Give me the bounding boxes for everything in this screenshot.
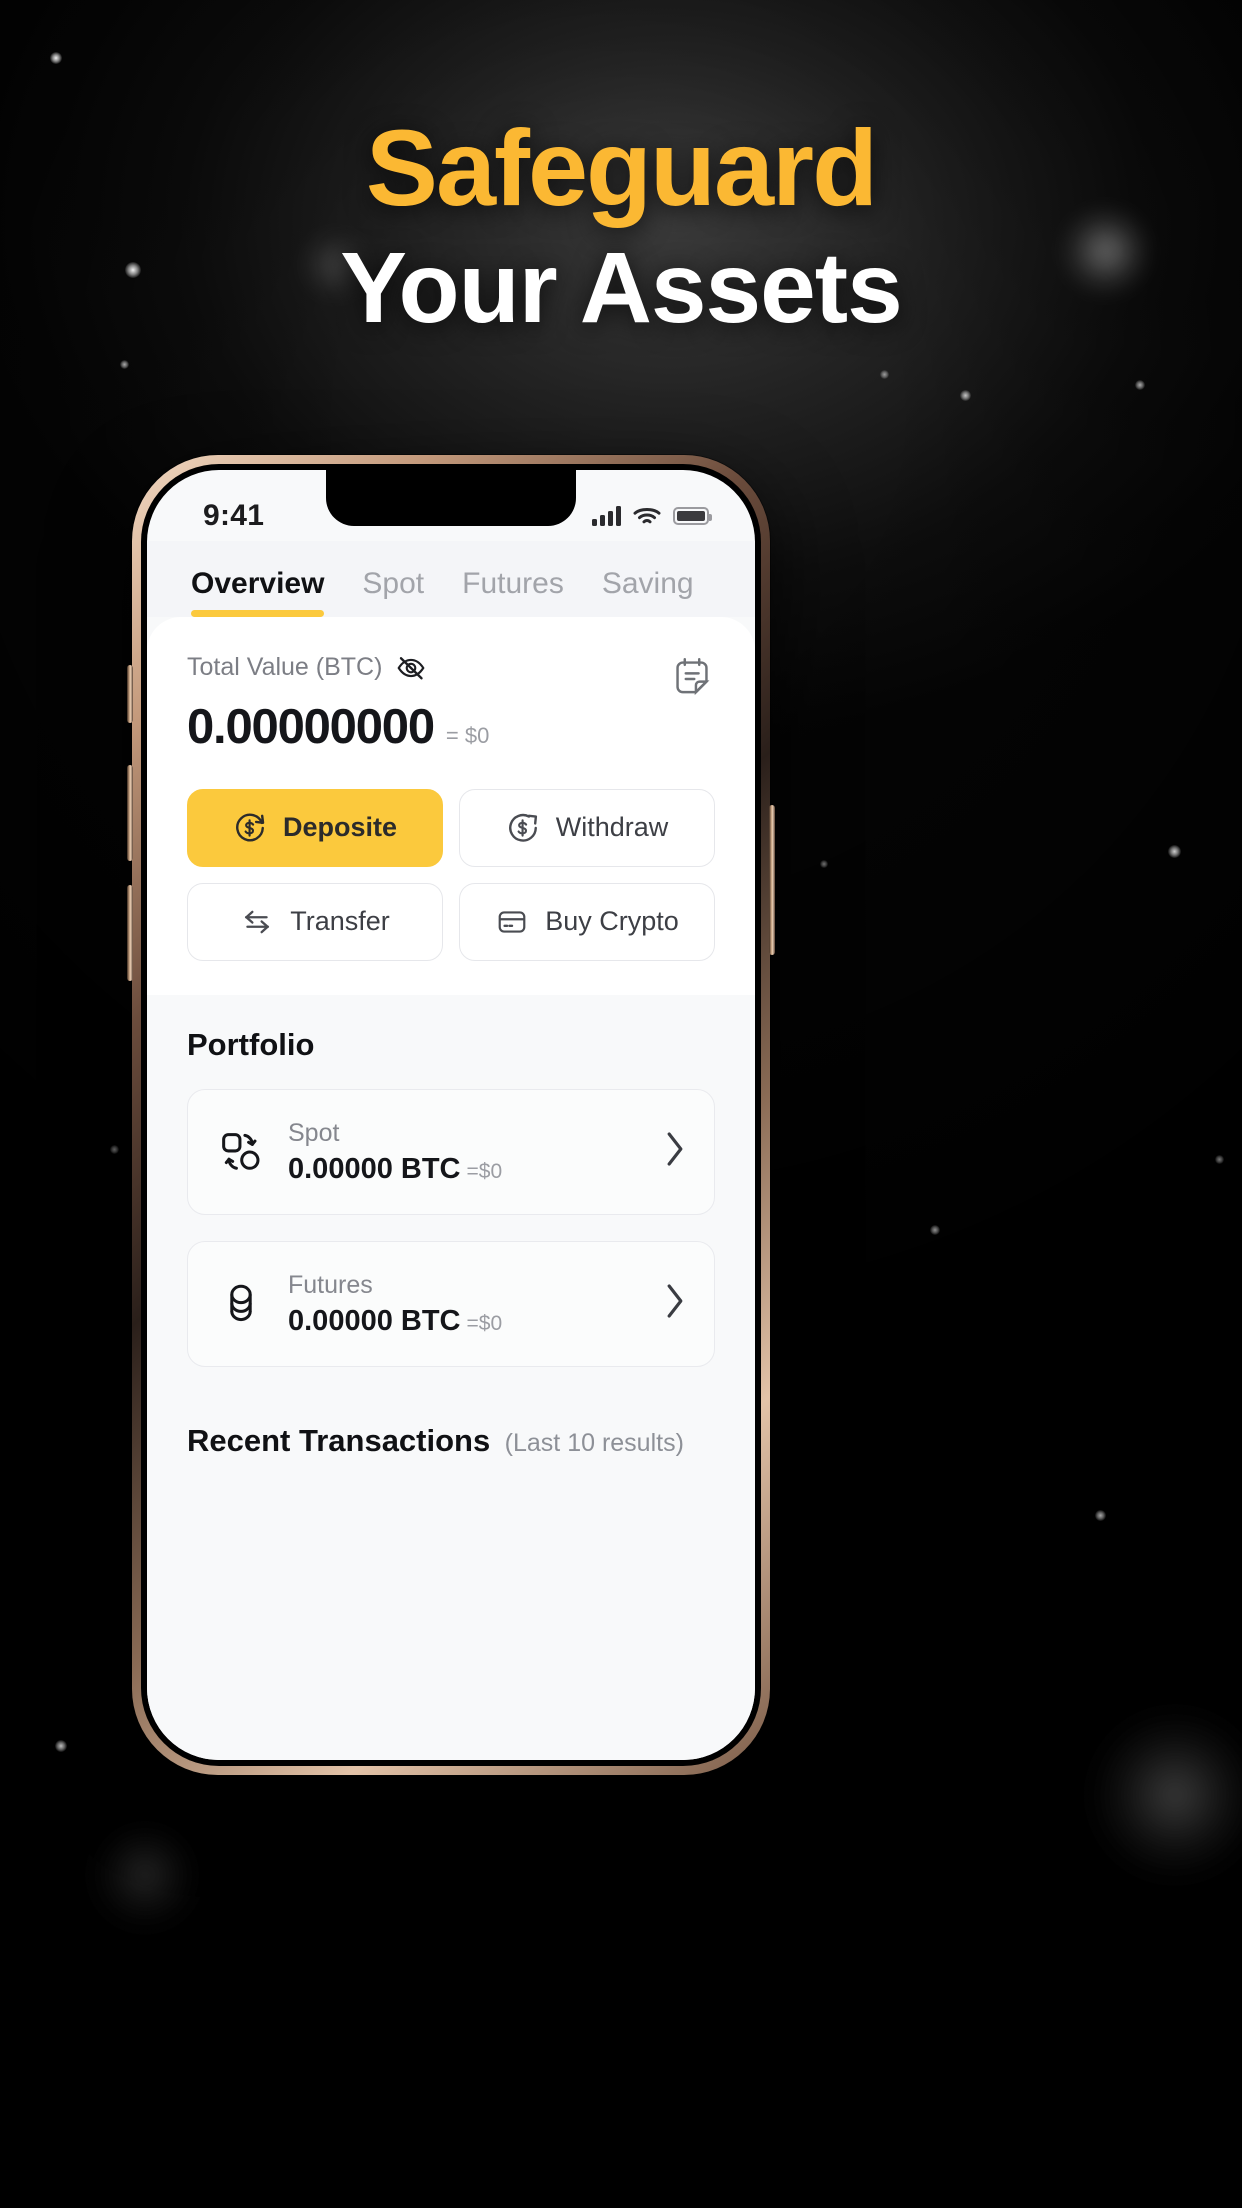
signal-bars-icon <box>592 506 621 527</box>
portfolio-row-usd: =$0 <box>466 1160 503 1184</box>
transfer-button-label: Transfer <box>290 906 390 937</box>
total-value-usd: = $0 <box>445 722 490 748</box>
tab-overview[interactable]: Overview <box>191 567 325 617</box>
deposit-button[interactable]: Deposite <box>187 788 443 867</box>
notepad-icon[interactable] <box>669 655 715 701</box>
portfolio-section: Portfolio Spot 0.00000 BTC =$0 Futures 0… <box>147 982 755 1367</box>
phone-power-button <box>769 805 775 955</box>
withdraw-button[interactable]: Withdraw <box>459 788 715 867</box>
portfolio-row-amount-value: 0.00000 BTC <box>288 1305 461 1338</box>
phone-bezel: 9:41 Overview Spot Futures Saving Total … <box>141 464 761 1766</box>
portfolio-title: Portfolio <box>187 1026 315 1062</box>
status-bar: 9:41 <box>147 470 755 541</box>
status-bar-time: 9:41 <box>203 499 265 533</box>
recent-transactions-title: Recent Transactions <box>187 1422 491 1458</box>
transfer-button[interactable]: Transfer <box>187 882 443 961</box>
portfolio-row-text: Futures 0.00000 BTC =$0 <box>288 1270 640 1338</box>
total-value-label: Total Value (BTC) <box>187 653 383 682</box>
headline-line-1: Safeguard <box>365 107 878 228</box>
portfolio-row-text: Spot 0.00000 BTC =$0 <box>288 1118 640 1186</box>
portfolio-row-spot[interactable]: Spot 0.00000 BTC =$0 <box>187 1088 715 1215</box>
headline-line-2: Your Assets <box>340 231 902 344</box>
recent-transactions-subtitle: (Last 10 results) <box>504 1428 684 1457</box>
phone-mockup: 9:41 Overview Spot Futures Saving Total … <box>127 455 775 1775</box>
withdraw-circle-icon <box>508 813 537 842</box>
tab-saving[interactable]: Saving <box>602 567 694 617</box>
phone-notch <box>326 470 576 526</box>
wifi-icon <box>633 508 661 524</box>
portfolio-row-amount-value: 0.00000 BTC <box>288 1153 461 1186</box>
tab-futures[interactable]: Futures <box>462 567 564 617</box>
credit-card-icon <box>498 911 526 933</box>
eye-off-icon[interactable] <box>396 653 426 683</box>
status-bar-icons <box>592 506 712 527</box>
portfolio-row-name: Futures <box>288 1270 373 1299</box>
battery-icon <box>673 507 712 526</box>
phone-volume-up-button <box>127 765 133 861</box>
action-buttons: Deposite Withdraw Transfer Buy Crypto <box>187 788 715 961</box>
deposit-button-label: Deposite <box>282 812 398 843</box>
recent-transactions-list <box>147 1458 755 1760</box>
tab-bar[interactable]: Overview Spot Futures Saving <box>147 540 755 617</box>
tab-spot[interactable]: Spot <box>362 567 424 617</box>
portfolio-row-name: Spot <box>288 1118 340 1147</box>
phone-mute-switch <box>127 665 133 723</box>
spot-shapes-icon <box>216 1127 266 1177</box>
phone-screen: 9:41 Overview Spot Futures Saving Total … <box>147 470 755 1760</box>
buy-crypto-button-label: Buy Crypto <box>545 906 679 937</box>
withdraw-button-label: Withdraw <box>555 812 669 843</box>
buy-crypto-button[interactable]: Buy Crypto <box>459 882 715 961</box>
portfolio-row-amount: 0.00000 BTC =$0 <box>288 1153 640 1186</box>
portfolio-row-usd: =$0 <box>466 1312 503 1336</box>
recent-transactions-section: Recent Transactions (Last 10 results) <box>147 1366 755 1459</box>
hero-headline: Safeguard Your Assets <box>0 107 1242 347</box>
balance-card: Total Value (BTC) 0.00000000 = $0 Deposi… <box>147 616 755 995</box>
portfolio-row-futures[interactable]: Futures 0.00000 BTC =$0 <box>187 1240 715 1367</box>
chevron-right-icon[interactable] <box>662 1129 688 1174</box>
phone-volume-down-button <box>127 885 133 981</box>
chevron-right-icon[interactable] <box>662 1281 688 1326</box>
total-value-amount: 0.00000000 <box>187 699 435 754</box>
transfer-arrows-icon <box>245 910 270 934</box>
deposit-circle-icon <box>236 813 265 842</box>
portfolio-row-amount: 0.00000 BTC =$0 <box>288 1305 640 1338</box>
coins-stack-icon <box>216 1279 266 1329</box>
